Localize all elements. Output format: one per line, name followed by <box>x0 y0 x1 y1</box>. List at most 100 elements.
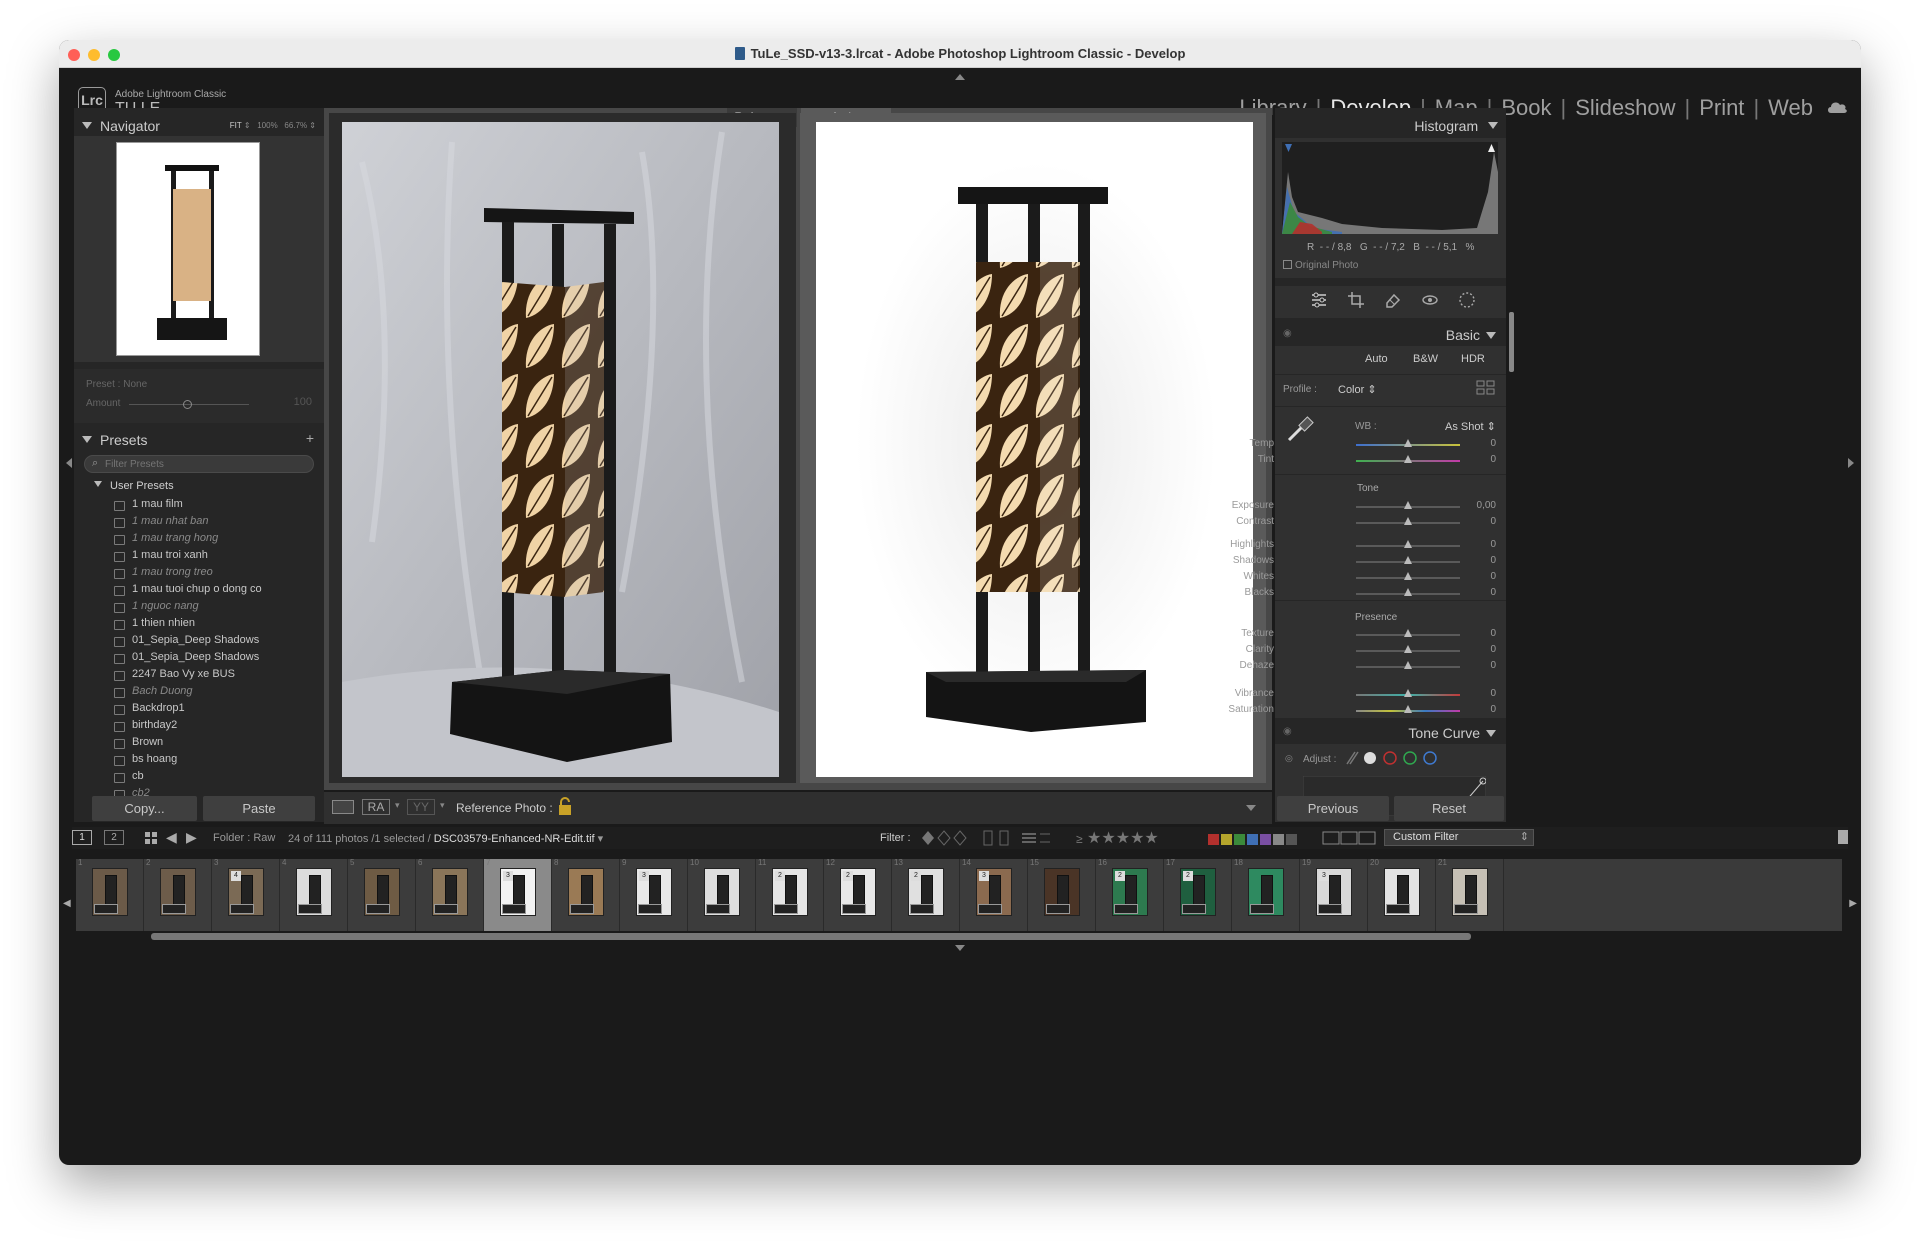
slider-vibrance[interactable]: Vibrance 0 <box>1235 686 1506 702</box>
slider-knob[interactable] <box>1404 556 1412 564</box>
active-pane[interactable] <box>800 113 1266 783</box>
treatment-auto-button[interactable]: Auto <box>1365 353 1388 365</box>
slider-knob[interactable] <box>1404 645 1412 653</box>
main-screen-button[interactable]: 1 <box>72 830 92 845</box>
selected-filename[interactable]: DSC03579-Enhanced-NR-Edit.tif <box>434 833 595 845</box>
stack-badge[interactable]: 2 <box>843 871 853 881</box>
filmstrip-thumbnail[interactable]: 6 <box>416 859 484 931</box>
top-panel-toggle-icon[interactable] <box>955 74 965 80</box>
treatment-hdr-button[interactable]: HDR <box>1461 353 1485 365</box>
color-label-swatch[interactable] <box>1247 834 1258 846</box>
slider-blacks[interactable]: Blacks 0 <box>1245 585 1506 601</box>
slider-value[interactable]: 0 <box>1490 438 1496 449</box>
slider-saturation[interactable]: Saturation 0 <box>1228 702 1506 718</box>
paste-button[interactable]: Paste <box>203 796 315 821</box>
slider-clarity[interactable]: Clarity 0 <box>1246 642 1506 658</box>
histogram-graph[interactable] <box>1282 142 1498 234</box>
module-web[interactable]: Web <box>1768 95 1813 121</box>
curve-channel-selector[interactable] <box>1343 749 1443 767</box>
slider-shadows[interactable]: Shadows 0 <box>1233 553 1506 569</box>
filmstrip-thumbnail[interactable]: 15 <box>1028 859 1096 931</box>
slider-value[interactable]: 0 <box>1490 454 1496 465</box>
slider-value[interactable]: 0 <box>1490 660 1496 671</box>
color-label-swatch[interactable] <box>1273 834 1284 846</box>
filter-kind-icons[interactable] <box>1322 830 1376 846</box>
ra-dropdown-icon[interactable]: ▾ <box>395 800 400 811</box>
slider-whites[interactable]: Whites 0 <box>1243 569 1506 585</box>
slider-knob[interactable] <box>1404 588 1412 596</box>
slider-tint[interactable]: Tint 0 <box>1258 452 1506 468</box>
stack-badge[interactable]: 2 <box>775 871 785 881</box>
slider-value[interactable]: 0 <box>1490 516 1496 527</box>
filmstrip-thumbnail[interactable]: 19 3 <box>1300 859 1368 931</box>
filmstrip-thumbnail[interactable]: 20 <box>1368 859 1436 931</box>
star-icon[interactable]: ★ <box>1144 830 1158 847</box>
slider-value[interactable]: 0 <box>1490 539 1496 550</box>
slider-knob[interactable] <box>1404 661 1412 669</box>
filmstrip-thumbnail[interactable]: 5 <box>348 859 416 931</box>
tone-curve-header[interactable]: ◉ Tone Curve <box>1275 722 1506 742</box>
slider-highlights[interactable]: Highlights 0 <box>1230 537 1506 553</box>
visibility-eye-icon[interactable]: ◉ <box>1283 328 1292 339</box>
filmstrip-thumbnail[interactable]: 1 <box>76 859 144 931</box>
crop-icon[interactable] <box>1347 291 1365 309</box>
slider-knob[interactable] <box>1404 517 1412 525</box>
add-preset-button[interactable]: + <box>306 430 314 446</box>
reset-button[interactable]: Reset <box>1394 796 1504 821</box>
zoom-667[interactable]: 66.7% <box>284 121 307 130</box>
filmstrip-right-arrow-icon[interactable]: ▶ <box>1849 898 1857 909</box>
folder-label[interactable]: Folder : Raw <box>213 832 275 844</box>
filmstrip-thumbnail[interactable]: 12 2 <box>824 859 892 931</box>
color-label-filter[interactable] <box>1208 831 1299 849</box>
amount-knob[interactable] <box>183 400 192 409</box>
slider-value[interactable]: 0 <box>1490 688 1496 699</box>
stack-badge[interactable]: 2 <box>1115 871 1125 881</box>
filmstrip-thumbnail[interactable]: 10 <box>688 859 756 931</box>
profile-browser-grid-icon[interactable] <box>1476 380 1496 396</box>
forward-arrow-icon[interactable]: ▶ <box>186 829 197 846</box>
ra-view-button[interactable]: RA <box>362 799 390 815</box>
slider-value[interactable]: 0 <box>1490 628 1496 639</box>
color-label-swatch[interactable] <box>1260 834 1271 846</box>
slider-value[interactable]: 0 <box>1490 644 1496 655</box>
slider-value[interactable]: 0 <box>1490 571 1496 582</box>
filmstrip-thumbnail[interactable]: 11 2 <box>756 859 824 931</box>
previous-button[interactable]: Previous <box>1277 796 1389 821</box>
color-label-swatch[interactable] <box>1286 834 1297 846</box>
navigator-header[interactable]: Navigator <box>82 118 160 134</box>
filmstrip-thumbnail[interactable]: 8 <box>552 859 620 931</box>
filmstrip-thumbnail[interactable]: 21 <box>1436 859 1504 931</box>
user-presets-group[interactable]: User Presets <box>94 480 174 492</box>
zoom-100[interactable]: 100% <box>257 121 277 130</box>
filmstrip-thumbnail[interactable]: 14 3 <box>960 859 1028 931</box>
slider-value[interactable]: 0 <box>1490 587 1496 598</box>
slider-knob[interactable] <box>1404 629 1412 637</box>
red-eye-icon[interactable] <box>1421 291 1439 309</box>
slider-knob[interactable] <box>1404 439 1412 447</box>
stack-badge[interactable]: 4 <box>231 871 241 881</box>
slider-value[interactable]: 0 <box>1490 704 1496 715</box>
slider-knob[interactable] <box>1404 501 1412 509</box>
rating-filter[interactable]: ≥ ★★★★★ <box>1076 828 1159 848</box>
slider-value[interactable]: 0,00 <box>1477 500 1496 511</box>
copy-button[interactable]: Copy... <box>92 796 197 821</box>
right-panel-scrollbar[interactable] <box>1509 312 1514 372</box>
color-label-swatch[interactable] <box>1208 834 1219 846</box>
module-slideshow[interactable]: Slideshow <box>1575 95 1675 121</box>
preset-filter-input[interactable] <box>105 457 305 471</box>
module-print[interactable]: Print <box>1699 95 1744 121</box>
left-panel-toggle-icon[interactable] <box>66 458 72 468</box>
slider-knob[interactable] <box>1404 455 1412 463</box>
custom-filter-select[interactable]: Custom Filter ⇕ <box>1384 829 1534 846</box>
module-book[interactable]: Book <box>1501 95 1551 121</box>
slider-exposure[interactable]: Exposure 0,00 <box>1232 498 1506 514</box>
wb-select[interactable]: As Shot ⇕ <box>1445 420 1496 433</box>
back-arrow-icon[interactable]: ◀ <box>166 829 177 846</box>
zoom-fit[interactable]: FIT <box>230 121 242 130</box>
original-photo-toggle[interactable]: Original Photo <box>1283 260 1358 271</box>
edit-sliders-icon[interactable] <box>1310 291 1328 309</box>
filmstrip-thumbnail[interactable]: 93 <box>620 859 688 931</box>
right-panel-toggle-icon[interactable] <box>1848 458 1854 468</box>
filmstrip-thumbnail[interactable]: 2 <box>144 859 212 931</box>
slider-knob[interactable] <box>1404 572 1412 580</box>
